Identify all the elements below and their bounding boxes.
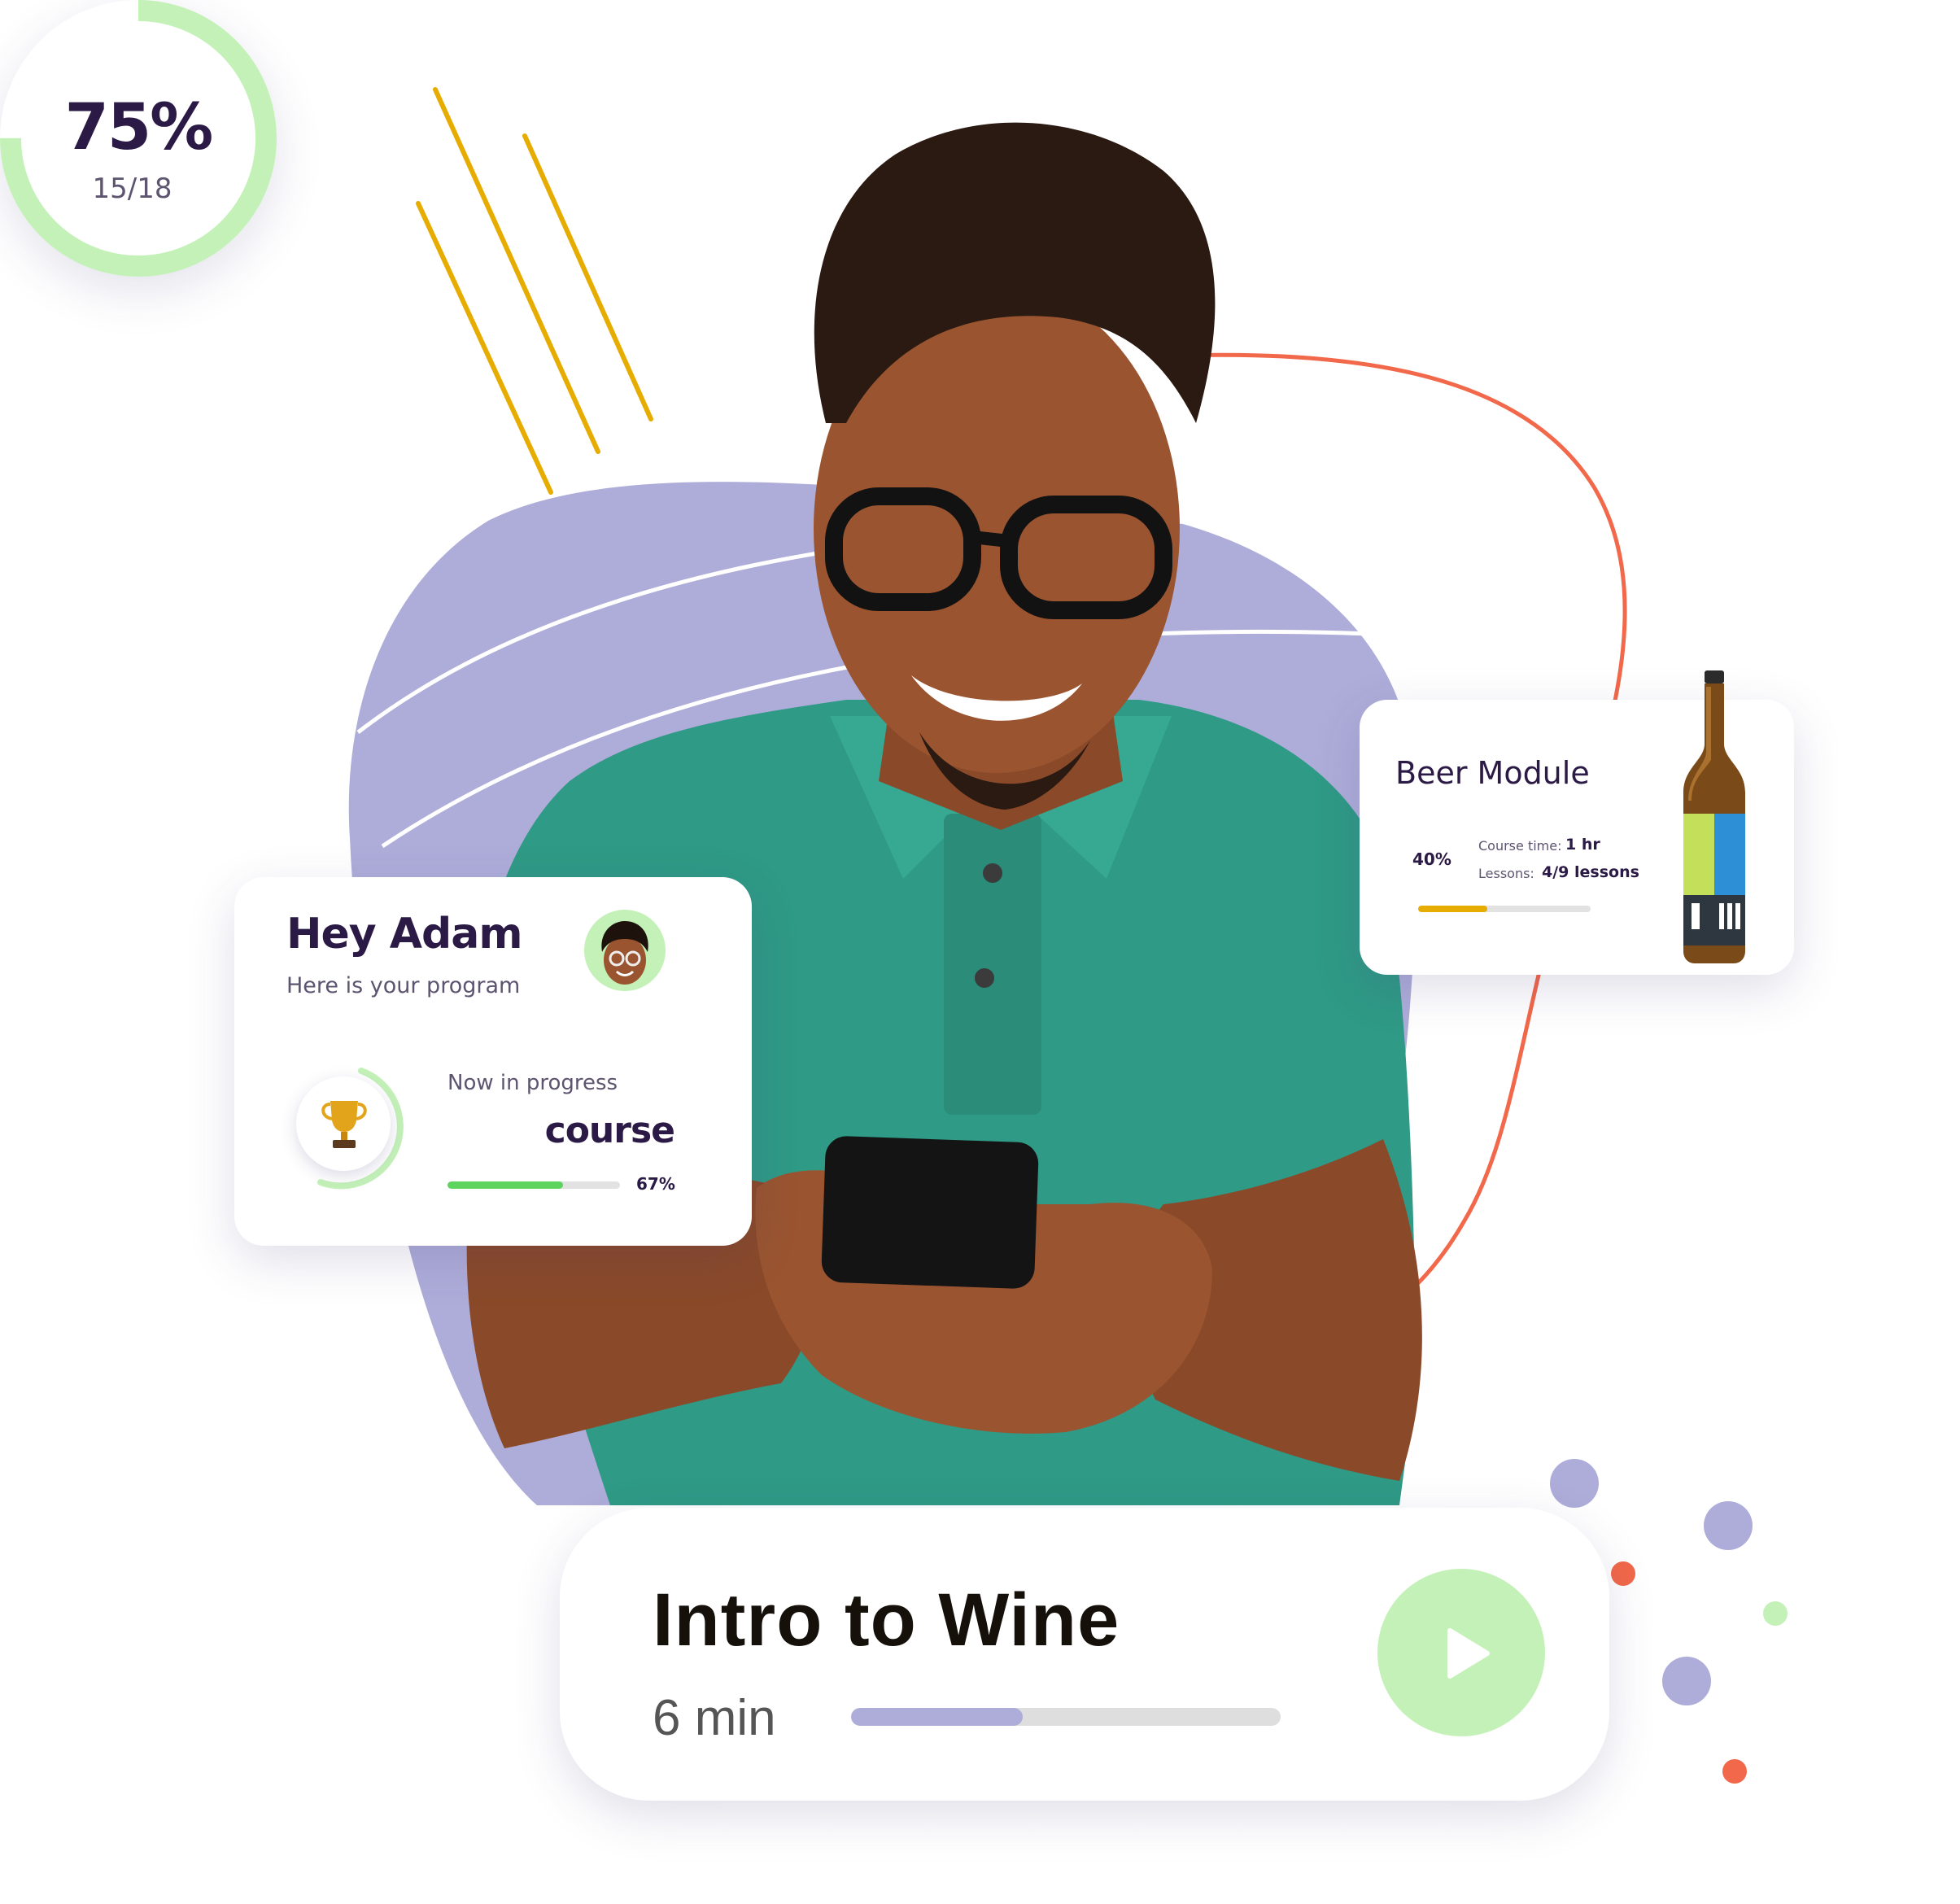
course-progress-fill	[447, 1181, 564, 1189]
overall-progress-ring: 75% 15/18	[0, 0, 277, 277]
course-time-label: Course time:	[1478, 838, 1562, 854]
beer-bottle-icon	[1683, 670, 1745, 963]
progress-fraction: 15/18	[92, 172, 172, 205]
placket-shape	[944, 814, 1041, 1115]
play-icon	[1447, 1628, 1490, 1679]
program-card[interactable]: Hey Adam Here is your program Now in pro…	[234, 877, 752, 1246]
lesson-progress-bar	[851, 1708, 1281, 1726]
lesson-title: Intro to Wine	[653, 1579, 1120, 1662]
status-label: Now in progress	[447, 1071, 618, 1095]
progress-percent: 75%	[64, 91, 214, 164]
greeting-subtitle: Here is your program	[286, 973, 521, 998]
beer-module-card[interactable]: Beer Module 40% Course time: 1 hr Lesson…	[1360, 670, 1794, 975]
lesson-duration: 6 min	[653, 1690, 776, 1746]
module-progress-percent: 40%	[1412, 849, 1451, 869]
shirt-button	[975, 968, 994, 988]
play-button[interactable]	[1377, 1569, 1545, 1736]
module-title: Beer Module	[1395, 755, 1590, 791]
glasses-bridge	[971, 531, 1010, 548]
trophy-icon	[321, 1101, 367, 1148]
memoji-avatar-icon[interactable]	[584, 910, 666, 991]
shirt-button	[983, 863, 1002, 883]
course-progress-percent: 67%	[636, 1174, 675, 1194]
lesson-progress-fill	[851, 1708, 1024, 1726]
course-time-value: 1 hr	[1565, 836, 1600, 854]
course-name[interactable]: course	[545, 1110, 675, 1151]
greeting-title: Hey Adam	[286, 910, 523, 959]
module-progress-fill	[1418, 906, 1487, 912]
module-progress-bar	[1418, 906, 1591, 912]
lesson-card[interactable]: Intro to Wine 6 min	[560, 1508, 1609, 1801]
trophy-badge	[296, 1076, 391, 1171]
lessons-value: 4/9 lessons	[1542, 863, 1639, 881]
smartphone	[821, 1136, 1039, 1289]
lessons-label: Lessons:	[1478, 866, 1534, 881]
course-progress-bar	[447, 1181, 620, 1189]
